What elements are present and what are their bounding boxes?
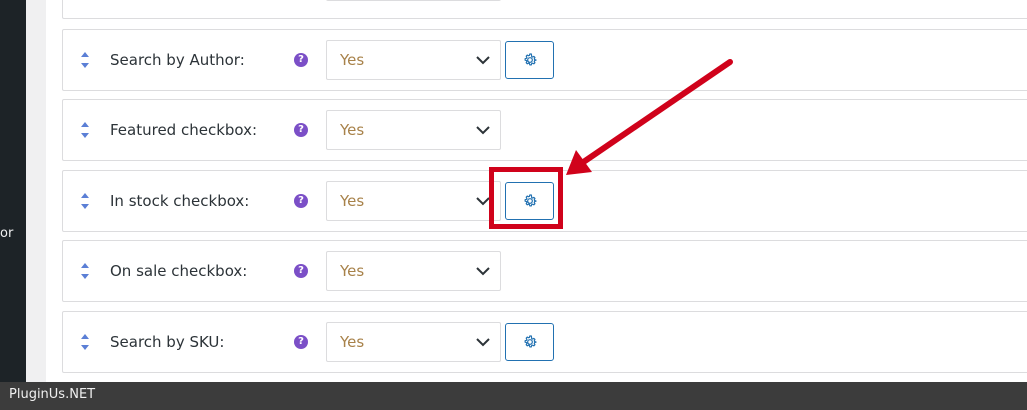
highlight-box — [489, 167, 563, 229]
select-value: Yes — [340, 333, 365, 351]
select-value: Yes — [340, 121, 365, 139]
option-label: On sale checkbox: — [110, 262, 248, 280]
sort-arrows-icon[interactable] — [80, 51, 90, 69]
chevron-down-icon — [476, 197, 490, 206]
select-value: Yes — [340, 262, 365, 280]
option-label: Featured checkbox: — [110, 121, 258, 139]
sidebar-menu-stub[interactable]: or — [0, 226, 13, 241]
option-label: Search by Author: — [110, 51, 245, 69]
option-select[interactable]: Yes — [326, 322, 501, 362]
gear-icon — [524, 53, 537, 66]
admin-sidebar: or — [0, 0, 26, 382]
sort-arrows-icon[interactable] — [80, 192, 90, 210]
option-label: In stock checkbox: — [110, 192, 250, 210]
chevron-down-icon — [476, 338, 490, 347]
question-mark-icon[interactable]: ? — [294, 264, 308, 278]
question-mark-icon[interactable]: ? — [294, 53, 308, 67]
select-value: Yes — [340, 192, 365, 210]
question-mark-icon[interactable]: ? — [294, 335, 308, 349]
option-row-on-sale-checkbox: On sale checkbox: ? Yes — [62, 240, 1027, 302]
option-select[interactable]: Yes — [326, 181, 501, 221]
option-row-partial — [62, 0, 1027, 19]
question-mark-icon[interactable]: ? — [294, 194, 308, 208]
option-row-search-by-author: Search by Author: ? Yes — [62, 29, 1027, 91]
option-select[interactable] — [326, 0, 501, 1]
sort-arrows-icon[interactable] — [80, 333, 90, 351]
option-select[interactable]: Yes — [326, 251, 501, 291]
settings-button[interactable] — [505, 41, 554, 79]
select-value: Yes — [340, 51, 365, 69]
option-select[interactable]: Yes — [326, 110, 501, 150]
sort-arrows-icon[interactable] — [80, 121, 90, 139]
option-label: Search by SKU: — [110, 333, 225, 351]
watermark-footer: PluginUs.NET — [0, 382, 1027, 410]
option-row-featured-checkbox: Featured checkbox: ? Yes — [62, 99, 1027, 161]
settings-button[interactable] — [505, 323, 554, 361]
option-select[interactable]: Yes — [326, 40, 501, 80]
question-mark-icon[interactable]: ? — [294, 123, 308, 137]
chevron-down-icon — [476, 56, 490, 65]
option-row-search-by-sku: Search by SKU: ? Yes — [62, 311, 1027, 373]
chevron-down-icon — [476, 267, 490, 276]
watermark-text: PluginUs.NET — [9, 387, 96, 402]
gear-icon — [524, 335, 537, 348]
chevron-down-icon — [476, 126, 490, 135]
sort-arrows-icon[interactable] — [80, 262, 90, 280]
